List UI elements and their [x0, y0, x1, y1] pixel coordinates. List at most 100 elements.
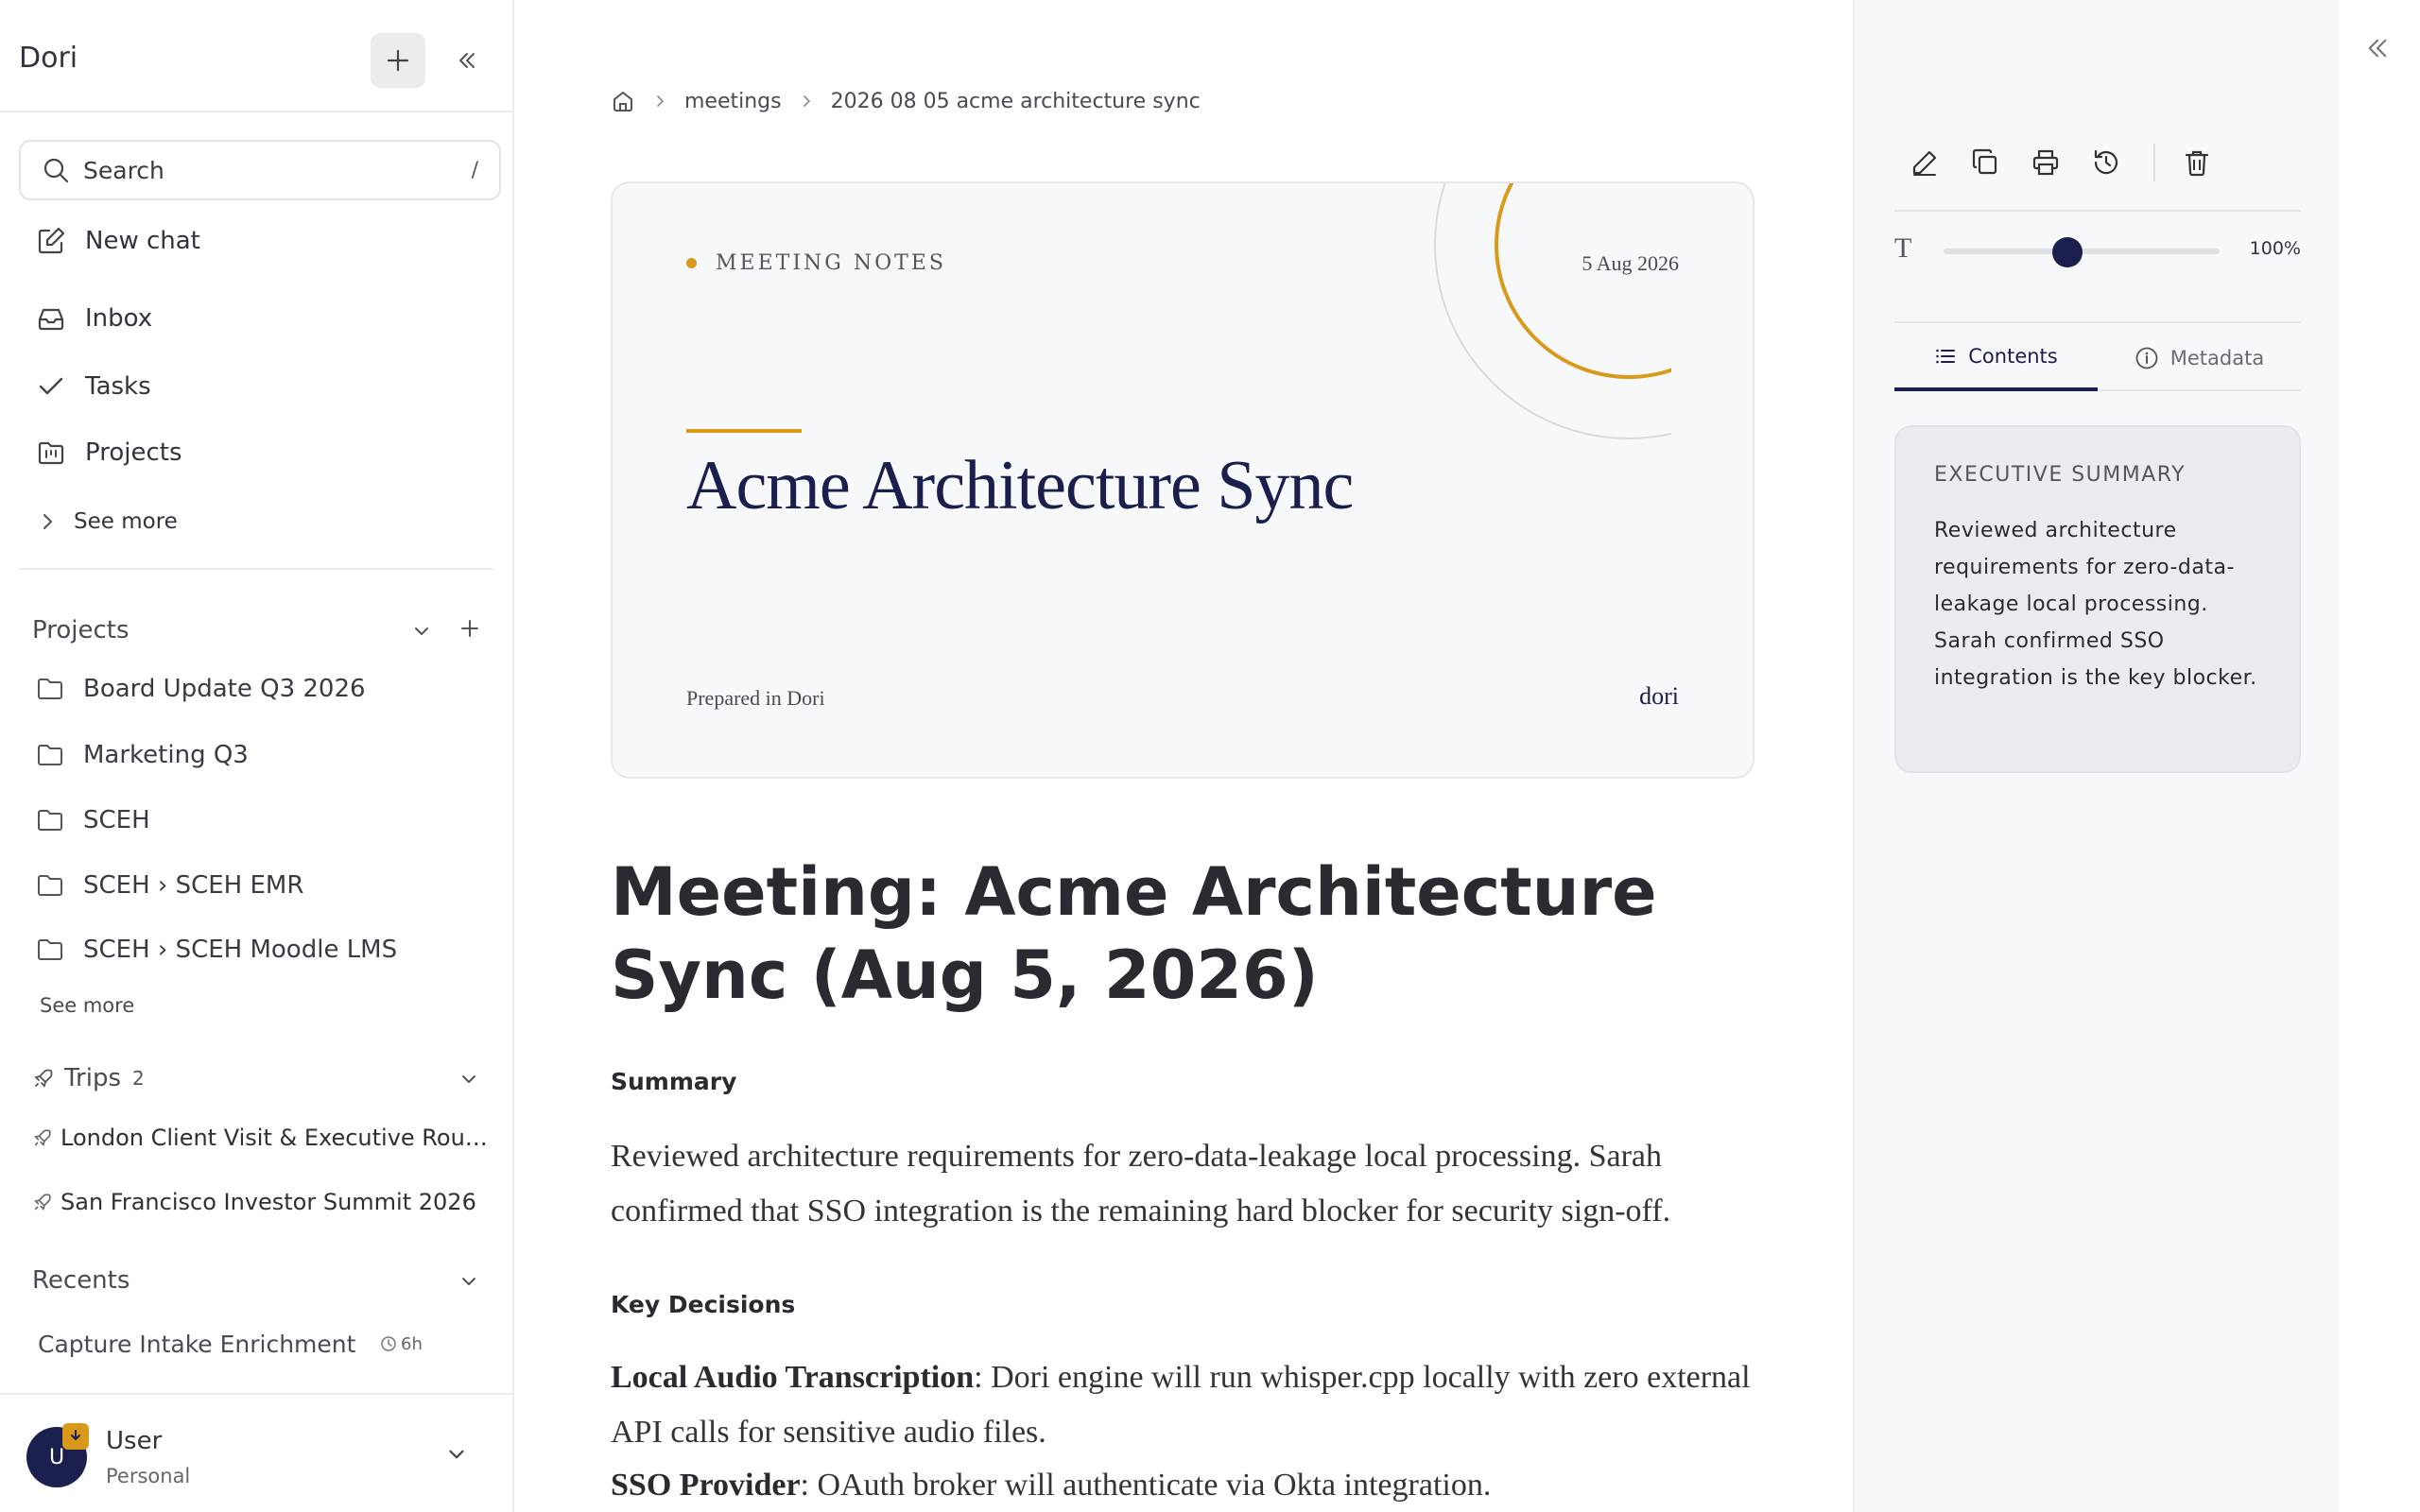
- rocket-icon: [32, 1192, 53, 1212]
- trip-item-label: San Francisco Investor Summit 2026: [60, 1189, 476, 1215]
- chevron-down-icon[interactable]: [458, 1068, 480, 1091]
- search-shortcut: /: [471, 158, 478, 182]
- search-input[interactable]: Search /: [19, 140, 501, 200]
- print-icon: [2031, 147, 2061, 178]
- nav-projects[interactable]: Projects: [36, 430, 182, 475]
- cover-brand: dori: [1639, 682, 1679, 710]
- project-item-label: SCEH › SCEH EMR: [83, 871, 304, 900]
- breadcrumb: meetings 2026 08 05 acme architecture sy…: [611, 89, 1201, 113]
- recents-section-title: Recents: [32, 1266, 130, 1295]
- projects-section-title: Projects: [32, 616, 130, 644]
- trips-count-badge: 2: [132, 1067, 145, 1090]
- projects-section-header[interactable]: Projects: [32, 616, 130, 644]
- breadcrumb-item[interactable]: meetings: [684, 90, 782, 113]
- cover-card: MEETING NOTES 5 Aug 2026 Acme Architectu…: [611, 181, 1754, 779]
- decision-term: Local Audio Transcription: [611, 1360, 975, 1395]
- section-heading-summary: Summary: [611, 1068, 737, 1095]
- decision-text: : OAuth broker will authenticate via Okt…: [800, 1468, 1492, 1503]
- projects-see-more-link[interactable]: See more: [40, 994, 134, 1017]
- folder-icon: [36, 806, 64, 834]
- trash-icon: [2182, 147, 2212, 178]
- tab-metadata-label: Metadata: [2169, 347, 2265, 369]
- section-heading-decisions: Key Decisions: [611, 1291, 796, 1318]
- pencil-icon: [1910, 147, 1940, 178]
- new-item-button[interactable]: [371, 33, 425, 88]
- trips-section-title: Trips: [64, 1064, 122, 1092]
- sidebar-divider: [19, 568, 493, 570]
- history-button[interactable]: [2085, 142, 2127, 183]
- project-item[interactable]: Board Update Q3 2026: [36, 666, 366, 712]
- nav-new-chat[interactable]: New chat: [36, 218, 200, 264]
- chevron-down-icon[interactable]: [458, 1270, 480, 1293]
- home-icon[interactable]: [611, 89, 635, 113]
- project-item-label: Board Update Q3 2026: [83, 675, 366, 703]
- print-button[interactable]: [2025, 142, 2066, 183]
- search-icon: [42, 156, 70, 184]
- text-size-slider-thumb[interactable]: [2052, 237, 2083, 267]
- nav-tasks[interactable]: Tasks: [36, 364, 151, 409]
- cover-prepared-by: Prepared in Dori: [686, 686, 825, 710]
- download-icon: [62, 1423, 89, 1450]
- add-project-plus-icon[interactable]: [458, 616, 482, 641]
- folder-icon: [36, 936, 64, 964]
- recents-section-header[interactable]: Recents: [32, 1266, 130, 1295]
- document-view: meetings 2026 08 05 acme architecture sy…: [516, 0, 1853, 1512]
- decision-item: Local Audio Transcription: Dori engine w…: [611, 1350, 1773, 1460]
- trip-item[interactable]: London Client Visit & Executive Roundt..…: [32, 1117, 495, 1159]
- nav-see-more[interactable]: See more: [36, 499, 178, 544]
- nav-new-chat-label: New chat: [85, 227, 200, 255]
- copy-button[interactable]: [1964, 142, 2006, 183]
- recent-item-age: 6h: [380, 1334, 423, 1354]
- inspector-panel: T 100% Contents Metadata EXECUTIVE SUMMA…: [1853, 0, 2339, 1512]
- double-chevron-left-icon[interactable]: [2365, 36, 2390, 60]
- search-placeholder: Search: [83, 156, 164, 184]
- panel-divider: [1894, 210, 2301, 212]
- user-menu[interactable]: U User Personal: [0, 1393, 512, 1512]
- chevron-down-icon: [444, 1442, 469, 1467]
- executive-summary-card: EXECUTIVE SUMMARY Reviewed architecture …: [1894, 425, 2301, 773]
- tab-metadata[interactable]: Metadata: [2098, 325, 2301, 391]
- project-item-label: SCEH › SCEH Moodle LMS: [83, 936, 398, 964]
- project-item-label: Marketing Q3: [83, 741, 249, 769]
- user-name: User: [106, 1427, 163, 1455]
- project-item[interactable]: SCEH: [36, 798, 150, 843]
- toolbar-separator: [2153, 144, 2155, 181]
- inbox-icon: [36, 303, 66, 334]
- chevron-right-icon: [36, 510, 59, 533]
- panel-divider: [1894, 321, 2301, 323]
- copy-icon: [1970, 147, 2000, 178]
- double-chevron-left-icon: [457, 50, 477, 71]
- recent-item[interactable]: Capture Intake Enrichment 6h: [38, 1323, 454, 1365]
- folder-icon: [36, 871, 64, 900]
- decorative-circles: [1434, 183, 1671, 439]
- sidebar-header: Dori: [0, 0, 512, 112]
- project-item[interactable]: SCEH › SCEH EMR: [36, 863, 303, 908]
- sidebar: Dori Search / New chat Inbox Tasks Proje…: [0, 0, 514, 1512]
- tab-contents-label: Contents: [1968, 345, 2058, 368]
- nav-inbox-label: Inbox: [85, 304, 153, 333]
- executive-summary-heading: EXECUTIVE SUMMARY: [1934, 463, 2187, 487]
- cover-kicker: MEETING NOTES: [686, 251, 946, 275]
- chevron-down-icon[interactable]: [410, 620, 433, 643]
- nav-inbox[interactable]: Inbox: [36, 296, 152, 341]
- plus-icon: [386, 48, 410, 73]
- project-item[interactable]: SCEH › SCEH Moodle LMS: [36, 927, 397, 972]
- trips-section-header[interactable]: Trips 2: [32, 1064, 145, 1092]
- recent-item-label: Capture Intake Enrichment: [38, 1330, 356, 1358]
- trip-item[interactable]: San Francisco Investor Summit 2026: [32, 1181, 476, 1223]
- document-toolbar: [1904, 142, 2237, 183]
- executive-summary-text: Reviewed architecture requirements for z…: [1934, 519, 2257, 690]
- summary-paragraph: Reviewed architecture requirements for z…: [611, 1139, 1671, 1228]
- collapse-sidebar-button[interactable]: [448, 42, 486, 79]
- folder-icon: [36, 741, 64, 769]
- tab-contents[interactable]: Contents: [1894, 325, 2098, 391]
- chevron-right-icon: [799, 94, 814, 109]
- nav-tasks-label: Tasks: [85, 372, 151, 401]
- delete-button[interactable]: [2176, 142, 2218, 183]
- decision-item: SSO Provider: OAuth broker will authenti…: [611, 1458, 1773, 1512]
- cover-date: 5 Aug 2026: [1582, 251, 1679, 275]
- edit-button[interactable]: [1904, 142, 1945, 183]
- clock-icon: [380, 1335, 397, 1352]
- history-icon: [2091, 147, 2121, 178]
- project-item[interactable]: Marketing Q3: [36, 732, 249, 778]
